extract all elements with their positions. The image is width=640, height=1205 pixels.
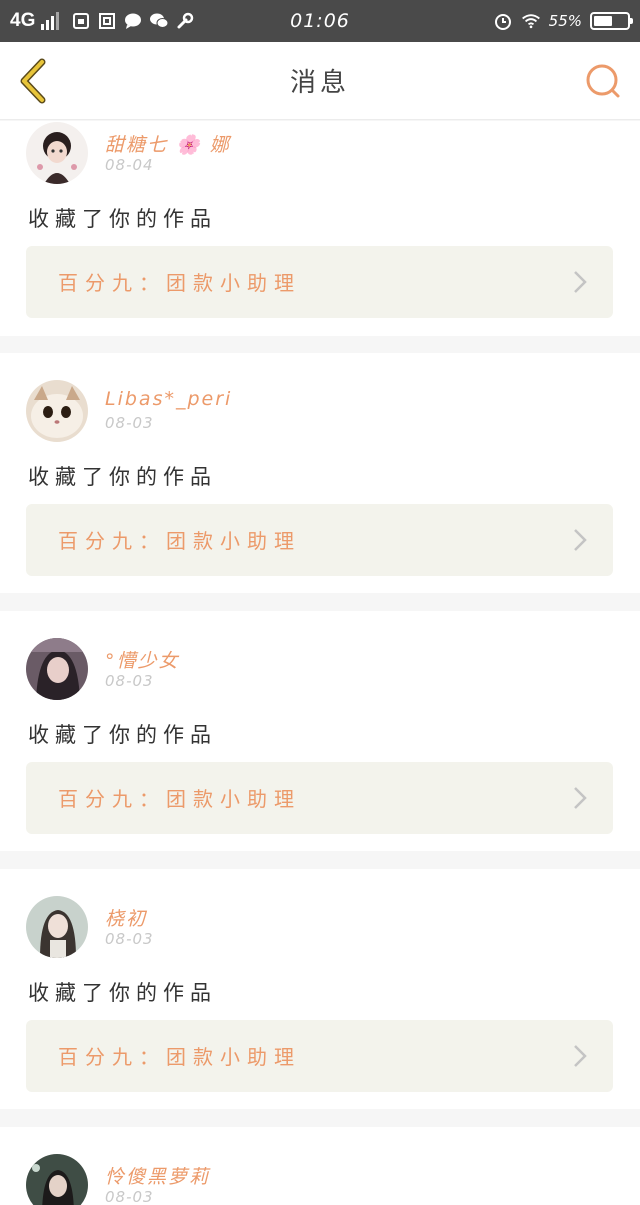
network-type: 4G [10, 10, 36, 31]
search-icon[interactable] [584, 62, 624, 102]
message-date: 08-03 [105, 672, 154, 690]
alarm-icon [493, 12, 513, 30]
user-name[interactable]: Libas*_peri [105, 388, 232, 410]
user-name[interactable]: °懵少女 [105, 646, 180, 673]
work-reference[interactable]: 百分九：团款小助理 [26, 246, 613, 318]
message-card: 怜傻黑萝莉 08-03 [0, 1127, 640, 1205]
wechat-icon [149, 12, 169, 30]
work-title: 百分九：团款小助理 [58, 787, 301, 811]
battery-percent: 55% [548, 12, 582, 30]
chevron-right-icon [574, 1045, 587, 1067]
message-card: °懵少女 08-03 收藏了你的作品 百分九：团款小助理 [0, 611, 640, 851]
avatar[interactable] [26, 896, 88, 958]
work-reference[interactable]: 百分九：团款小助理 [26, 762, 613, 834]
message-action: 收藏了你的作品 [28, 207, 217, 231]
wrench-icon [175, 12, 195, 30]
user-name[interactable]: 甜糖七 🌸 娜 [105, 130, 231, 157]
chevron-right-icon [574, 271, 587, 293]
message-card: 桡初 08-03 收藏了你的作品 百分九：团款小助理 [0, 869, 640, 1109]
message-action: 收藏了你的作品 [28, 465, 217, 489]
wifi-icon [521, 12, 541, 30]
user-name[interactable]: 桡初 [105, 904, 147, 931]
work-title: 百分九：团款小助理 [58, 529, 301, 553]
message-date: 08-04 [105, 156, 154, 174]
avatar[interactable] [26, 380, 88, 442]
status-right: 55% [493, 12, 633, 30]
message-action: 收藏了你的作品 [28, 981, 217, 1005]
avatar[interactable] [26, 122, 88, 184]
avatar[interactable] [26, 638, 88, 700]
page-title: 消息 [289, 68, 350, 98]
chevron-right-icon [574, 529, 587, 551]
message-action: 收藏了你的作品 [28, 723, 217, 747]
avatar[interactable] [26, 1154, 88, 1205]
message-date: 08-03 [105, 930, 154, 948]
chevron-right-icon [574, 787, 587, 809]
message-icon [123, 12, 143, 30]
signal-bars-icon [41, 12, 60, 30]
battery-icon [590, 12, 633, 30]
status-left: 4G [10, 10, 270, 32]
message-date: 08-03 [105, 1188, 154, 1205]
card-icon [97, 12, 117, 30]
sim-icon [71, 12, 91, 30]
status-bar: 4G 01:06 55% [0, 0, 640, 42]
message-card: 甜糖七 🌸 娜 08-04 收藏了你的作品 百分九：团款小助理 [0, 121, 640, 336]
user-name[interactable]: 怜傻黑萝莉 [105, 1162, 210, 1189]
work-title: 百分九：团款小助理 [58, 271, 301, 295]
back-chevron-icon[interactable] [16, 58, 52, 104]
navigation-bar: 消息 [0, 42, 640, 120]
message-list[interactable]: 甜糖七 🌸 娜 08-04 收藏了你的作品 百分九：团款小助理 Libas*_p… [0, 121, 640, 1205]
work-reference[interactable]: 百分九：团款小助理 [26, 504, 613, 576]
message-date: 08-03 [105, 414, 154, 432]
work-reference[interactable]: 百分九：团款小助理 [26, 1020, 613, 1092]
work-title: 百分九：团款小助理 [58, 1045, 301, 1069]
message-card: Libas*_peri 08-03 收藏了你的作品 百分九：团款小助理 [0, 353, 640, 593]
